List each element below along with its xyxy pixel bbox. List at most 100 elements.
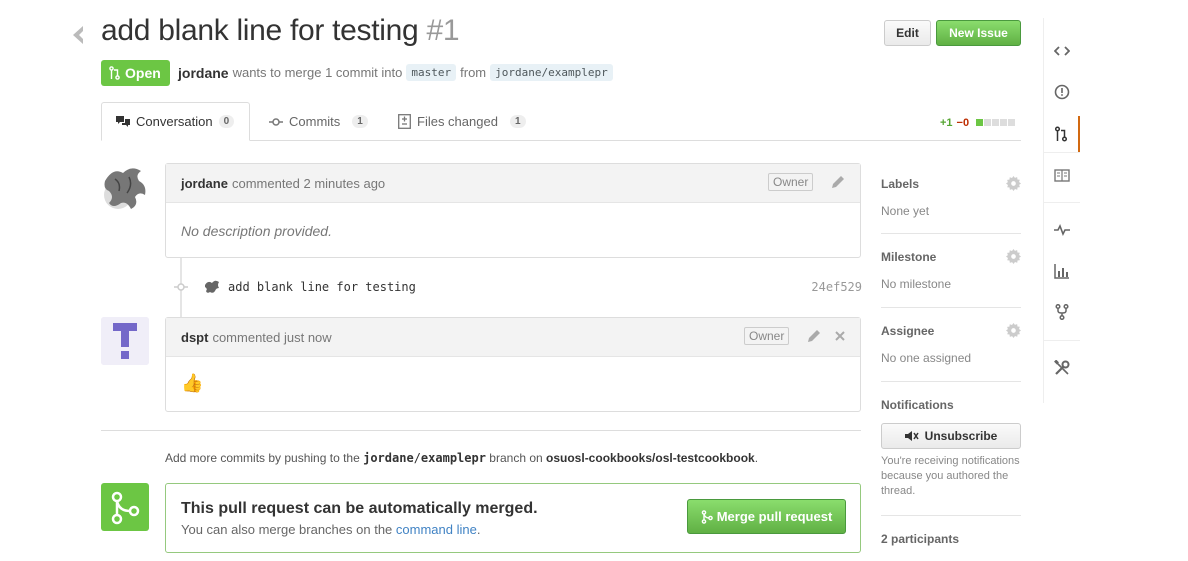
git-merge-icon	[701, 509, 713, 524]
tab-commits[interactable]: Commits 1	[255, 102, 382, 141]
graph-icon	[1054, 264, 1069, 279]
code-icon	[1054, 46, 1070, 56]
push-note-slash: /	[413, 451, 421, 465]
comment-meta: commented 2 minutes ago	[231, 175, 386, 191]
merge-subtitle: You can also merge branches on the comma…	[181, 522, 480, 537]
tab-files-count: 1	[509, 115, 526, 128]
nav-graphs[interactable]	[1044, 253, 1080, 289]
participants-section: 2 participants	[881, 532, 1021, 546]
nav-divider	[1044, 340, 1080, 341]
push-note-branch: examplepr	[420, 451, 486, 465]
comment-body: No description provided.	[181, 223, 332, 239]
identicon-avatar-icon	[101, 317, 149, 365]
state-badge: Open	[101, 60, 170, 86]
nav-wiki[interactable]	[1044, 157, 1080, 193]
merge-sub-suffix: .	[476, 522, 481, 537]
diff-icon	[398, 114, 411, 129]
sidebar-divider	[881, 381, 1021, 382]
merge-box: This pull request can be automatically m…	[165, 483, 861, 553]
milestone-section: Milestone No milestone	[881, 250, 1021, 291]
gear-icon[interactable]	[1006, 176, 1021, 191]
avatar[interactable]	[101, 317, 149, 365]
sidebar-divider	[881, 233, 1021, 234]
diffstat-blocks	[975, 117, 1016, 129]
assignee-value: No one assigned	[881, 351, 972, 365]
new-issue-button[interactable]: New Issue	[936, 20, 1021, 46]
merge-sub-prefix: You can also merge branches on the	[181, 522, 393, 537]
labels-section: Labels None yet	[881, 177, 1021, 218]
push-note-suffix: .	[754, 451, 759, 465]
fork-icon	[1055, 304, 1069, 320]
nav-pulse[interactable]	[1044, 212, 1080, 248]
pr-meta: jordane wants to merge 1 commit into mas…	[178, 64, 613, 81]
unsubscribe-button[interactable]: Unsubscribe	[881, 423, 1021, 449]
labels-heading: Labels	[881, 177, 920, 191]
owner-badge: Owner	[768, 173, 814, 191]
comment-author[interactable]: jordane	[181, 176, 228, 191]
assignee-heading: Assignee	[881, 324, 935, 338]
pencil-icon[interactable]	[831, 175, 845, 189]
timeline-commit: add blank line for testing 24ef529	[174, 278, 862, 296]
comment-card: dspt commented just now Owner 👍	[165, 317, 861, 412]
unsubscribe-label: Unsubscribe	[924, 429, 998, 443]
book-icon	[1054, 168, 1070, 182]
tab-conversation[interactable]: Conversation 0	[101, 102, 250, 141]
pr-author[interactable]: jordane	[178, 65, 229, 81]
dragon-avatar-icon	[101, 163, 149, 211]
assignee-section: Assignee No one assigned	[881, 324, 1021, 365]
notifications-section: Notifications	[881, 398, 1021, 412]
notifications-heading: Notifications	[881, 398, 954, 412]
gear-icon[interactable]	[1006, 249, 1021, 264]
nav-network[interactable]	[1044, 294, 1080, 330]
comment-meta: commented just now	[212, 329, 332, 345]
close-icon[interactable]	[834, 330, 846, 342]
milestone-heading: Milestone	[881, 250, 937, 264]
tab-files-label: Files changed	[417, 114, 498, 129]
nav-settings[interactable]	[1044, 350, 1080, 386]
comment-header: jordane commented 2 minutes ago Owner	[166, 164, 860, 203]
sidebar-divider	[881, 515, 1021, 516]
nav-pull-requests[interactable]	[1044, 116, 1080, 152]
tab-conversation-label: Conversation	[136, 114, 213, 129]
commit-sha[interactable]: 24ef529	[811, 280, 862, 294]
comment-discussion-icon	[116, 116, 130, 127]
git-commit-icon	[269, 117, 283, 126]
git-pull-request-icon	[1055, 126, 1067, 142]
diffstat-additions: +1	[940, 117, 953, 129]
mute-icon	[904, 431, 919, 441]
base-ref[interactable]: master	[406, 64, 457, 81]
head-ref[interactable]: jordane/examplepr	[490, 64, 613, 81]
comment-author[interactable]: dspt	[181, 330, 208, 345]
tab-files-changed[interactable]: Files changed 1	[384, 102, 540, 141]
nav-code[interactable]	[1044, 33, 1080, 69]
page-title: add blank line for testing #1	[101, 14, 460, 48]
push-note-middle: branch on	[489, 451, 543, 465]
tab-commits-count: 1	[352, 115, 368, 128]
comment-header: dspt commented just now Owner	[166, 318, 860, 357]
nav-issues[interactable]	[1044, 74, 1080, 110]
git-pull-request-icon	[109, 66, 120, 80]
participants-heading: 2 participants	[881, 532, 960, 546]
git-commit-icon	[174, 283, 188, 291]
merge-button-label: Merge pull request	[716, 509, 833, 524]
dragon-avatar-icon	[205, 280, 219, 293]
edit-button[interactable]: Edit	[884, 20, 931, 46]
avatar[interactable]	[101, 163, 149, 211]
merge-status-icon	[101, 483, 149, 531]
milestone-value: No milestone	[881, 277, 952, 291]
chevron-left-icon[interactable]	[70, 24, 86, 46]
push-note: Add more commits by pushing to the jorda…	[165, 451, 758, 465]
gear-icon[interactable]	[1006, 323, 1021, 338]
git-merge-icon	[111, 491, 140, 525]
merge-pull-request-button[interactable]: Merge pull request	[687, 499, 846, 534]
state-label: Open	[125, 65, 161, 81]
issue-title: add blank line for testing	[101, 14, 419, 47]
commit-message[interactable]: add blank line for testing	[228, 280, 416, 294]
tab-commits-label: Commits	[289, 114, 341, 129]
push-note-repo[interactable]: osuosl-cookbooks/osl-testcookbook	[546, 451, 755, 465]
owner-badge: Owner	[744, 327, 790, 345]
pencil-icon[interactable]	[807, 329, 821, 343]
merge-title: This pull request can be automatically m…	[181, 500, 538, 517]
diffstat: +1 −0	[940, 117, 1016, 129]
command-line-link[interactable]: command line	[396, 522, 477, 537]
